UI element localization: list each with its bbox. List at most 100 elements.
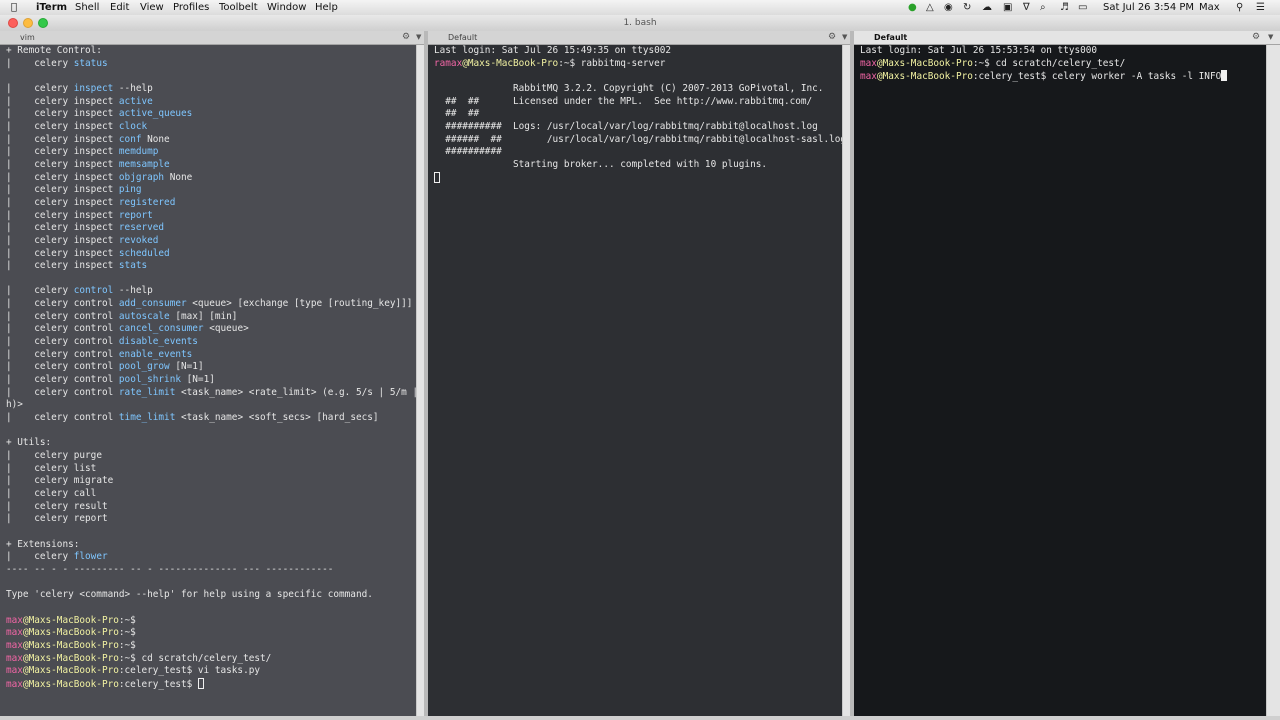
bell-icon[interactable]: △ — [926, 1, 934, 14]
chevron-down-icon[interactable]: ▼ — [416, 31, 421, 44]
terminal-line: | celery control pool_grow [N=1] — [6, 361, 204, 372]
terminal-text: | — [6, 450, 35, 461]
terminal-line: ########## Logs: /usr/local/var/log/rabb… — [434, 121, 818, 132]
terminal-line: | celery control cancel_consumer <queue> — [6, 323, 249, 334]
gear-icon[interactable]: ⚙ — [402, 31, 410, 44]
terminal-text: + Extensions: — [6, 538, 80, 550]
gear-icon[interactable]: ⚙ — [1252, 31, 1260, 44]
terminal-text: | — [6, 95, 35, 107]
prompt-user: max — [6, 665, 23, 677]
terminal-line: ## ## Licensed under the MPL. See http:/… — [434, 96, 812, 107]
cloud-icon[interactable]: ☁ — [982, 1, 992, 14]
terminal-text: | — [6, 184, 35, 196]
pane-header-3[interactable]: Default ⚙ ▼ — [854, 31, 1280, 45]
record-icon[interactable]: ◉ — [944, 1, 953, 14]
terminal-text: | — [6, 513, 35, 525]
terminal-text: | — [6, 133, 35, 145]
terminal-line: | celery inspect reserved — [6, 222, 164, 233]
bluetooth-icon[interactable]: ∇ — [1023, 1, 1030, 14]
scrollbar[interactable] — [1266, 45, 1280, 716]
notification-list-icon[interactable]: ☰ — [1256, 1, 1265, 14]
terminal-pane-vim[interactable]: + Remote Control: | celery status | cele… — [0, 45, 416, 716]
terminal-cursor[interactable] — [197, 677, 204, 689]
terminal-text: celery control — [34, 323, 119, 335]
menu-app-iterm[interactable]: iTerm — [36, 1, 67, 14]
terminal-line: | celery inspect active_queues — [6, 108, 192, 119]
status-app-icon[interactable]: ● — [908, 1, 917, 14]
terminal-text: celery migrate — [34, 475, 114, 487]
terminal-text: ###### ## /usr/local/var/log/rabbitmq/ra… — [434, 133, 842, 145]
command-keyword: reserved — [118, 222, 165, 234]
menu-bar:  iTerm Shell Edit View Profiles Toolbel… — [0, 0, 1280, 16]
menu-window[interactable]: Window — [267, 1, 306, 14]
menu-profiles[interactable]: Profiles — [173, 1, 209, 14]
battery-icon[interactable]: ▭ — [1078, 1, 1087, 14]
drive-icon[interactable]: ▣ — [1003, 1, 1012, 14]
terminal-text: :celery_test$ celery worker -A tasks -l … — [972, 71, 1222, 83]
terminal-text: celery report — [34, 513, 108, 525]
volume-icon[interactable]: ♬ — [1060, 1, 1069, 14]
terminal-text: | — [6, 120, 35, 132]
prompt-user: max — [860, 71, 877, 83]
terminal-pane-celery-worker[interactable]: Last login: Sat Jul 26 15:53:54 on ttys0… — [854, 45, 1266, 716]
terminal-text: ## ## — [434, 108, 480, 120]
command-keyword: disable_events — [118, 336, 198, 348]
terminal-text: <queue> [exchange [type [routing_key]]] — [186, 298, 413, 310]
command-keyword: memdump — [118, 146, 159, 158]
terminal-line: | celery inspect registered — [6, 197, 175, 208]
terminal-text: [N=1] — [169, 361, 204, 373]
terminal-text: celery inspect — [34, 95, 119, 107]
apple-icon[interactable]:  — [11, 1, 17, 14]
terminal-line: max@Maxs-MacBook-Pro:celery_test$ vi tas… — [6, 665, 260, 676]
command-keyword: pool_grow — [118, 361, 170, 373]
command-keyword: stats — [118, 260, 148, 272]
pane-header-1[interactable]: vim ⚙ ▼ — [0, 31, 424, 45]
terminal-line: Last login: Sat Jul 26 15:49:35 on ttys0… — [434, 45, 671, 56]
command-keyword: flower — [73, 551, 108, 563]
command-keyword: control — [73, 285, 114, 297]
chevron-down-icon[interactable]: ▼ — [842, 31, 847, 44]
terminal-line: | celery inspect revoked — [6, 235, 158, 246]
menu-user[interactable]: Max — [1199, 1, 1220, 14]
terminal-text: h)> — [6, 399, 23, 411]
command-keyword: rate_limit — [118, 386, 176, 398]
menu-edit[interactable]: Edit — [110, 1, 129, 14]
spotlight-icon[interactable]: ⚲ — [1236, 1, 1243, 14]
menu-clock[interactable]: Sat Jul 26 3:54 PM — [1103, 1, 1194, 14]
command-keyword: autoscale — [118, 310, 170, 322]
terminal-text: <task_name> <rate_limit> (e.g. 5/s | 5/m… — [175, 386, 416, 398]
terminal-text: Last login: Sat Jul 26 15:49:35 on ttys0… — [434, 45, 672, 56]
prompt-host: @Maxs-MacBook-Pro — [462, 57, 559, 69]
prompt-host: @Maxs-MacBook-Pro — [22, 627, 119, 639]
terminal-line: Last login: Sat Jul 26 15:53:54 on ttys0… — [860, 45, 1097, 56]
terminal-line: | celery call — [6, 488, 96, 499]
terminal-text: :~$ — [118, 627, 136, 639]
command-keyword: inspect — [73, 82, 114, 94]
menu-view[interactable]: View — [140, 1, 164, 14]
terminal-line: | celery inspect clock — [6, 121, 147, 132]
sync-icon[interactable]: ↻ — [963, 1, 971, 14]
terminal-line: | celery control time_limit <task_name> … — [6, 412, 379, 423]
chevron-down-icon[interactable]: ▼ — [1268, 31, 1273, 44]
terminal-pane-rabbitmq[interactable]: Last login: Sat Jul 26 15:49:35 on ttys0… — [428, 45, 842, 716]
terminal-text: celery inspect — [34, 184, 119, 196]
pane-header-2[interactable]: Default ⚙ ▼ — [428, 31, 850, 45]
terminal-text: celery — [34, 551, 74, 563]
terminal-cursor[interactable] — [434, 171, 440, 183]
terminal-cursor[interactable] — [1221, 70, 1228, 82]
terminal-text: | — [6, 323, 35, 335]
terminal-text: celery inspect — [34, 158, 119, 170]
terminal-text: | — [6, 361, 35, 373]
menu-toolbelt[interactable]: Toolbelt — [219, 1, 258, 14]
terminal-line: ########## — [434, 146, 501, 157]
command-keyword: revoked — [118, 234, 159, 246]
wifi-icon[interactable]: ⌕ — [1040, 1, 1046, 14]
gear-icon[interactable]: ⚙ — [828, 31, 836, 44]
command-keyword: clock — [118, 120, 148, 132]
terminal-text: Last login: Sat Jul 26 15:53:54 on ttys0… — [860, 45, 1098, 56]
command-keyword: cancel_consumer — [118, 323, 204, 335]
menu-help[interactable]: Help — [315, 1, 338, 14]
terminal-text: | — [6, 82, 35, 94]
terminal-line: | celery flower — [6, 551, 108, 562]
menu-shell[interactable]: Shell — [75, 1, 99, 14]
